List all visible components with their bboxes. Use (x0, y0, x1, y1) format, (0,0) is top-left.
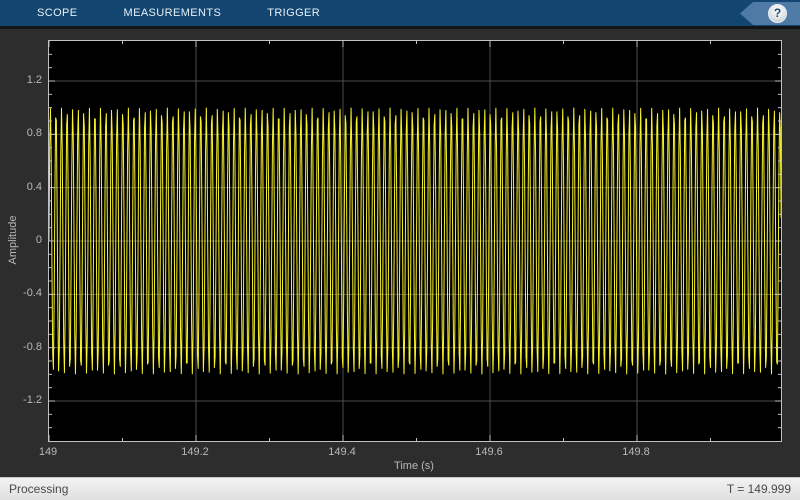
scope-window: SCOPE MEASUREMENTS TRIGGER ? Amplitude T… (0, 0, 800, 500)
tab-trigger[interactable]: TRIGGER (244, 0, 343, 26)
help-icon[interactable]: ? (768, 4, 787, 23)
simulation-time: T = 149.999 (726, 482, 791, 496)
tab-scope[interactable]: SCOPE (14, 0, 101, 26)
status-text: Processing (9, 482, 69, 496)
x-axis-title: Time (s) (394, 460, 434, 472)
y-tick-label: 1.2 (26, 74, 42, 86)
x-tick-label: 149.8 (622, 446, 650, 458)
y-tick-label: -1.2 (23, 394, 42, 406)
scope-plot-area[interactable] (48, 40, 782, 442)
x-tick-label: 149.2 (181, 446, 209, 458)
waveform-canvas (49, 41, 781, 441)
status-bar: Processing T = 149.999 (0, 477, 800, 500)
y-tick-label: -0.8 (23, 340, 42, 353)
x-tick-label: 149.6 (475, 446, 503, 458)
y-tick-label: 0.8 (26, 127, 42, 140)
y-tick-label: -0.4 (23, 287, 42, 300)
x-tick-label: 149.4 (328, 446, 356, 458)
help-tab-background: ? (740, 2, 800, 25)
y-tick-label: 0.4 (26, 180, 42, 193)
x-tick-label: 149 (38, 446, 58, 458)
tab-measurements[interactable]: MEASUREMENTS (101, 0, 245, 26)
toolstrip: SCOPE MEASUREMENTS TRIGGER ? (0, 0, 800, 29)
y-tick-label: 0 (35, 234, 42, 246)
